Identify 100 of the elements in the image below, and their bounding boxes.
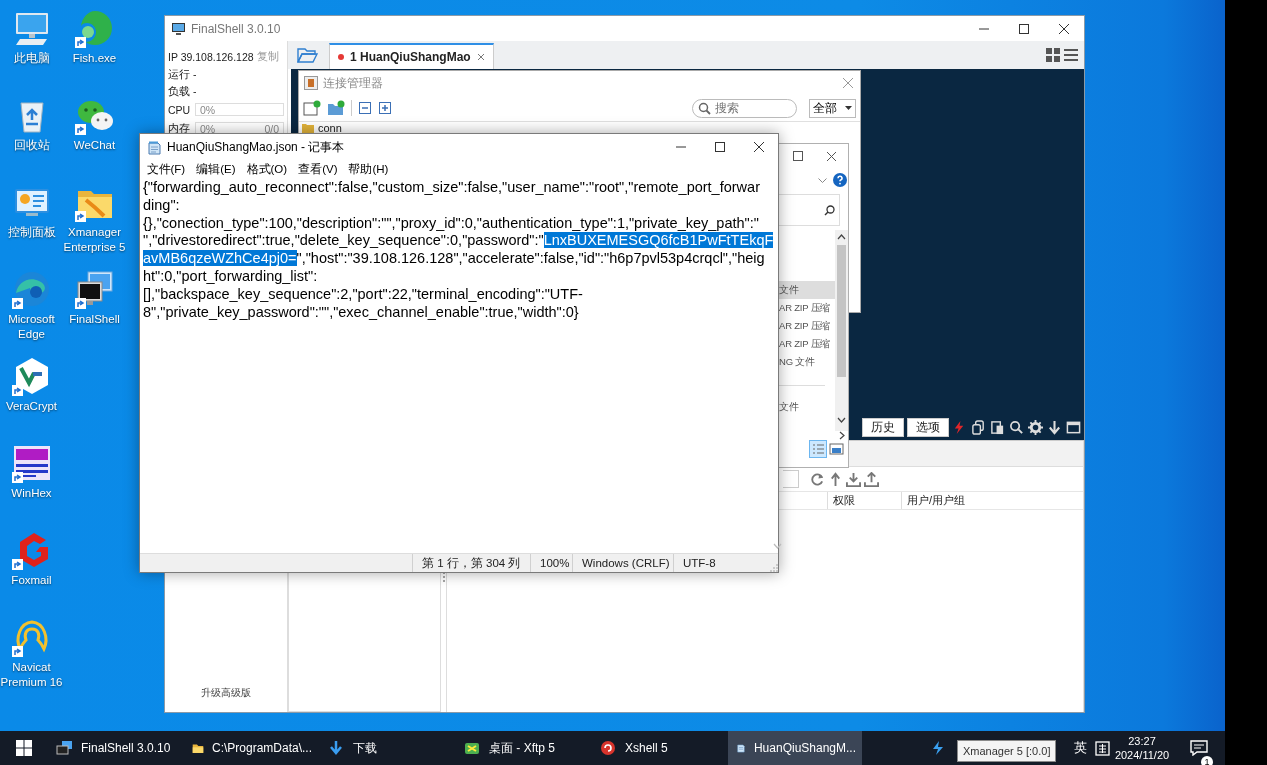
file-type-item[interactable]: AR ZIP 压缩 xyxy=(779,335,835,353)
menu-item[interactable]: 文件(F) xyxy=(141,161,191,177)
paste-icon[interactable] xyxy=(990,420,1005,435)
close-icon[interactable] xyxy=(825,150,837,162)
taskbar-button[interactable]: Xshell 5 xyxy=(592,731,726,765)
file-type-item[interactable]: NG 文件 xyxy=(779,353,835,371)
taskbar-button[interactable]: 下载 xyxy=(320,731,454,765)
ip-address: IP 39.108.126.128 xyxy=(168,50,254,63)
expand-icon[interactable] xyxy=(378,101,392,115)
settings-icon[interactable] xyxy=(1028,420,1043,435)
text-line: avMB6qzeWZhCe4pj0=","host":"39.108.126.128","accelerate":false,"id":"h6p7pvl53p4crqcl","heig xyxy=(143,250,765,268)
desktop-icon-label[interactable]: 回收站 xyxy=(13,138,50,153)
desktop-icon-label[interactable]: Microsoft Edge xyxy=(0,312,63,342)
scrollbar[interactable] xyxy=(835,230,848,431)
tooltip: Xmanager 5 [:0.0] xyxy=(957,740,1057,762)
text-line: [],"backspace_key_sequence":2,"port":22,"terminal_encoding":"UTF- xyxy=(143,285,583,304)
tray-app-icon[interactable] xyxy=(930,740,946,756)
scroll-right-icon[interactable] xyxy=(839,431,845,440)
maximize-icon[interactable] xyxy=(713,141,726,153)
text-line: ","drivestoredirect":true,"delete_key_sequence":0,"password":"LnxBUXEMESGQ6fcB1PwFtTEkqF xyxy=(143,232,774,251)
taskbar-button[interactable]: 桌面 - Xftp 5 xyxy=(456,731,590,765)
window-icon[interactable] xyxy=(1066,420,1081,435)
session-tab[interactable]: 1 HuanQiuShangMao xyxy=(329,43,494,69)
menu-item[interactable]: 格式(O) xyxy=(241,161,293,177)
new-connection-icon[interactable] xyxy=(303,100,321,116)
desktop-icon-label[interactable]: Navicat Premium 16 xyxy=(0,660,63,690)
filter-dropdown[interactable]: 全部 xyxy=(809,98,856,118)
splitter-handle-icon[interactable] xyxy=(442,571,445,582)
scroll-up-icon[interactable] xyxy=(837,234,846,240)
column-header[interactable]: 用户/用户组 xyxy=(901,492,1083,509)
status-text: UTF-8 xyxy=(673,554,762,572)
menu-item[interactable]: 编辑(E) xyxy=(190,161,242,177)
desktop-icon-label[interactable]: Foxmail xyxy=(11,573,52,588)
view-toggle-icon[interactable] xyxy=(809,440,845,458)
refresh-icon[interactable] xyxy=(810,471,825,487)
desktop-icon-label[interactable]: Fish.exe xyxy=(72,51,117,66)
menu-item[interactable]: 帮助(H) xyxy=(343,161,394,177)
resize-grip-icon[interactable] xyxy=(770,564,778,572)
notification-count: 1 xyxy=(1201,756,1213,765)
collapse-icon[interactable] xyxy=(358,101,372,115)
dialog-app-icon xyxy=(304,76,318,90)
close-icon[interactable] xyxy=(1058,22,1070,35)
maximize-icon[interactable] xyxy=(1018,22,1030,35)
text-line: ding": xyxy=(143,196,180,215)
desktop-icon-label[interactable]: WinHex xyxy=(11,486,52,501)
file-type-item[interactable]: AR ZIP 压缩 xyxy=(779,317,835,335)
up-arrow-icon[interactable] xyxy=(828,471,843,487)
taskbar-button[interactable]: FinalShell 3.0.10 xyxy=(48,731,182,765)
path-field[interactable] xyxy=(783,470,799,488)
down-arrow-icon[interactable] xyxy=(1047,420,1062,435)
app-icon xyxy=(171,21,186,36)
text-line: 8","private_key_password":"","exec_channel_enable":true,"width":0} xyxy=(143,303,579,322)
down-arrow-icon xyxy=(328,740,345,756)
file-type-item[interactable]: 文件 xyxy=(779,281,835,299)
meter-value: 0% xyxy=(200,122,216,135)
upgrade-link[interactable]: 升级高级版 xyxy=(201,686,251,700)
download-icon[interactable] xyxy=(846,471,861,487)
file-type-item[interactable]: AR ZIP 压缩 xyxy=(779,299,835,317)
taskbar-button[interactable]: HuanQiuShangM... xyxy=(728,731,862,765)
desktop-icon-label[interactable]: 此电脑 xyxy=(13,51,50,66)
clock[interactable]: 23:27 2024/11/20 xyxy=(1117,734,1167,762)
status-text: 负载 - xyxy=(168,84,198,99)
desktop-icon-label[interactable]: 控制面板 xyxy=(7,225,56,240)
taskbar-button[interactable]: C:\ProgramData\... xyxy=(184,731,318,765)
toolbar-button[interactable]: 历史 xyxy=(862,418,904,437)
menu-item[interactable]: 查看(V) xyxy=(292,161,343,177)
desktop-icon-label[interactable]: FinalShell xyxy=(69,312,120,327)
search-field[interactable]: 搜索 xyxy=(692,98,797,118)
copy-icon[interactable] xyxy=(971,420,986,435)
grid-icon[interactable] xyxy=(1046,48,1060,62)
meter-value: 0/0 xyxy=(264,122,279,135)
caret-icon xyxy=(845,106,852,110)
desktop-icon-label[interactable]: Xmanager Enterprise 5 xyxy=(63,225,126,255)
text-line: ht":0,"port_forwarding_list": xyxy=(143,268,318,286)
meter-label: CPU xyxy=(168,103,192,116)
toolbar-button[interactable]: 选项 xyxy=(907,418,949,437)
column-header[interactable]: 权限 xyxy=(827,492,901,509)
desktop-icon-label[interactable]: WeChat xyxy=(73,138,116,153)
input-language-button[interactable]: 英 xyxy=(1074,739,1087,757)
scroll-down-icon[interactable] xyxy=(773,543,783,549)
status-text: Windows (CRLF) xyxy=(572,554,673,572)
input-mode-icon[interactable] xyxy=(1095,740,1110,756)
window-title: HuanQiuShangMao.json - 记事本 xyxy=(167,138,345,156)
help-icon[interactable] xyxy=(833,173,847,187)
menu-icon[interactable] xyxy=(1064,48,1078,62)
close-icon[interactable] xyxy=(752,141,765,153)
file-type-item[interactable]: 文件 xyxy=(779,398,835,416)
dialog-title: 连接管理器 xyxy=(323,74,383,92)
windows-logo-icon[interactable] xyxy=(16,740,32,756)
desktop-icon-label[interactable]: VeraCrypt xyxy=(5,399,58,414)
maximize-icon[interactable] xyxy=(792,151,803,161)
search-icon[interactable] xyxy=(1009,420,1024,435)
tree-item[interactable]: conn xyxy=(318,122,342,134)
scroll-down-icon[interactable] xyxy=(837,417,846,423)
new-folder-icon[interactable] xyxy=(327,100,345,116)
chevron-down-icon[interactable] xyxy=(818,177,827,183)
search-icon xyxy=(824,204,835,216)
folder-icon[interactable] xyxy=(297,47,318,63)
upload-icon[interactable] xyxy=(864,471,879,487)
notification-icon[interactable] xyxy=(1190,740,1208,756)
